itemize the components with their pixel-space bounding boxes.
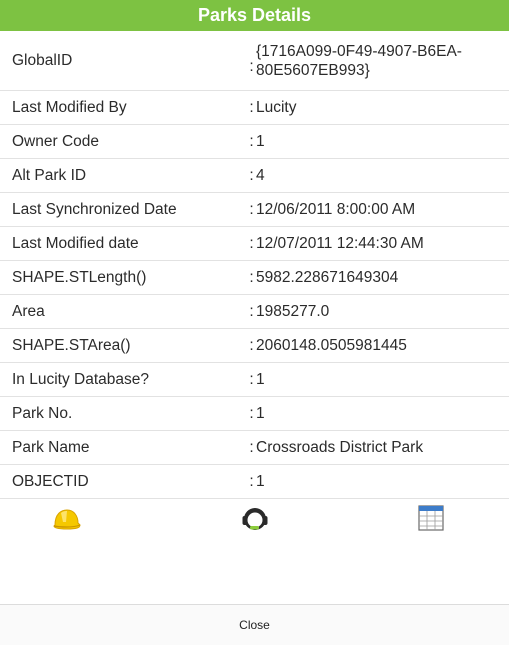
detail-value: 1985277.0 <box>256 303 330 320</box>
colon-separator: : <box>249 98 254 116</box>
detail-value: 5982.228671649304 <box>256 269 399 286</box>
colon-separator: : <box>249 370 254 388</box>
detail-row-globalid: GlobalID : {1716A099-0F49-4907-B6EA-80E5… <box>0 31 509 91</box>
colon-separator: : <box>249 472 254 490</box>
colon-separator: : <box>249 132 254 150</box>
detail-value: 1 <box>256 133 265 150</box>
detail-label: Last Modified date <box>12 234 139 252</box>
colon-separator: : <box>249 336 254 354</box>
detail-row-last-modified-date: Last Modified date : 12/07/2011 12:44:30… <box>0 227 509 261</box>
action-icons-bar <box>0 501 509 541</box>
detail-row-owner-code: Owner Code : 1 <box>0 125 509 159</box>
detail-label: Park No. <box>12 404 73 422</box>
detail-value: 1 <box>256 473 265 490</box>
detail-row-alt-park-id: Alt Park ID : 4 <box>0 159 509 193</box>
detail-value: {1716A099-0F49-4907-B6EA-80E5607EB993} <box>256 42 462 79</box>
detail-row-park-no: Park No. : 1 <box>0 397 509 431</box>
colon-separator: : <box>249 58 254 75</box>
close-label: Close <box>239 618 270 632</box>
detail-label: Area <box>12 302 45 320</box>
detail-label: GlobalID <box>12 51 73 69</box>
detail-value: Crossroads District Park <box>256 439 424 456</box>
detail-label: Park Name <box>12 438 90 456</box>
detail-row-shape-starea: SHAPE.STArea() : 2060148.0505981445 <box>0 329 509 363</box>
detail-label: Alt Park ID <box>12 166 87 184</box>
hardhat-icon[interactable] <box>51 505 81 533</box>
colon-separator: : <box>249 234 254 252</box>
colon-separator: : <box>249 268 254 286</box>
detail-label: In Lucity Database? <box>12 370 150 388</box>
colon-separator: : <box>249 438 254 456</box>
detail-value: 1 <box>256 405 265 422</box>
colon-separator: : <box>249 302 254 320</box>
colon-separator: : <box>249 200 254 218</box>
detail-row-area: Area : 1985277.0 <box>0 295 509 329</box>
details-list: GlobalID : {1716A099-0F49-4907-B6EA-80E5… <box>0 31 509 499</box>
detail-row-last-synchronized-date: Last Synchronized Date : 12/06/2011 8:00… <box>0 193 509 227</box>
table-icon[interactable] <box>418 505 446 533</box>
detail-value: 12/06/2011 8:00:00 AM <box>256 201 416 218</box>
detail-value: 1 <box>256 371 265 388</box>
detail-row-in-lucity-database: In Lucity Database? : 1 <box>0 363 509 397</box>
headset-icon[interactable] <box>241 505 269 533</box>
colon-separator: : <box>249 166 254 184</box>
close-button[interactable]: Close <box>0 604 509 645</box>
colon-separator: : <box>249 404 254 422</box>
detail-label: SHAPE.STArea() <box>12 336 131 354</box>
detail-row-park-name: Park Name : Crossroads District Park <box>0 431 509 465</box>
detail-row-objectid: OBJECTID : 1 <box>0 465 509 499</box>
detail-value: 4 <box>256 167 265 184</box>
detail-label: OBJECTID <box>12 472 89 490</box>
detail-value: 2060148.0505981445 <box>256 337 407 354</box>
detail-value: Lucity <box>256 99 297 116</box>
detail-label: SHAPE.STLength() <box>12 268 147 286</box>
detail-row-last-modified-by: Last Modified By : Lucity <box>0 91 509 125</box>
detail-label: Last Modified By <box>12 98 127 116</box>
detail-row-shape-stlength: SHAPE.STLength() : 5982.228671649304 <box>0 261 509 295</box>
page-title: Parks Details <box>0 0 509 31</box>
detail-label: Owner Code <box>12 132 100 150</box>
detail-label: Last Synchronized Date <box>12 200 177 218</box>
detail-value: 12/07/2011 12:44:30 AM <box>256 235 424 252</box>
